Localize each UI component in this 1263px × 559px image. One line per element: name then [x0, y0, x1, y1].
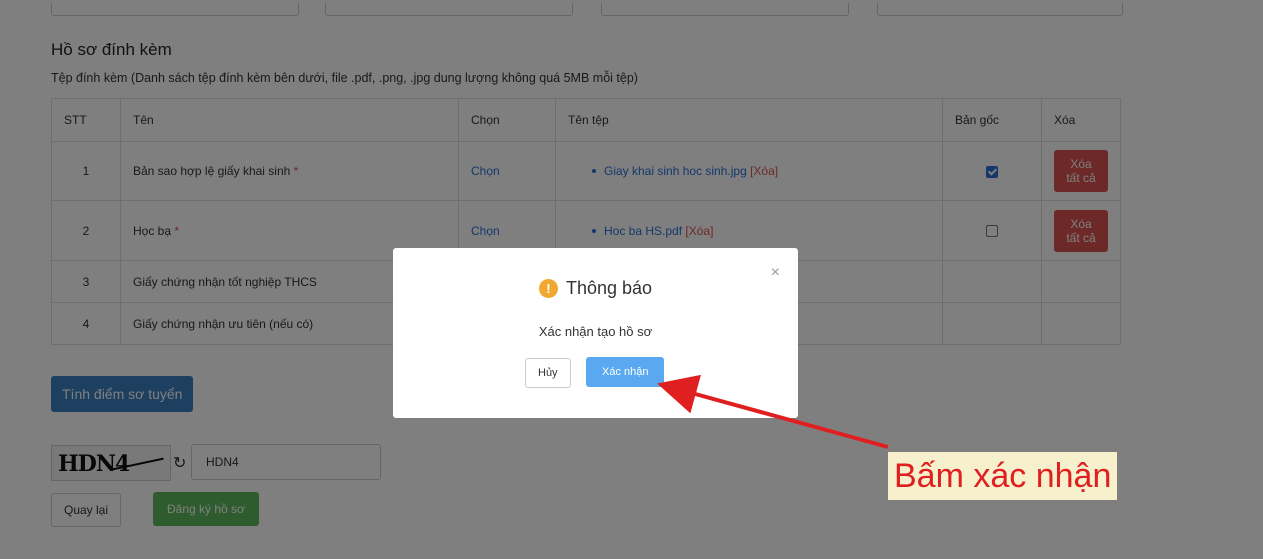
annotation-label: Bấm xác nhận [888, 452, 1118, 500]
arrow-line [657, 374, 889, 449]
